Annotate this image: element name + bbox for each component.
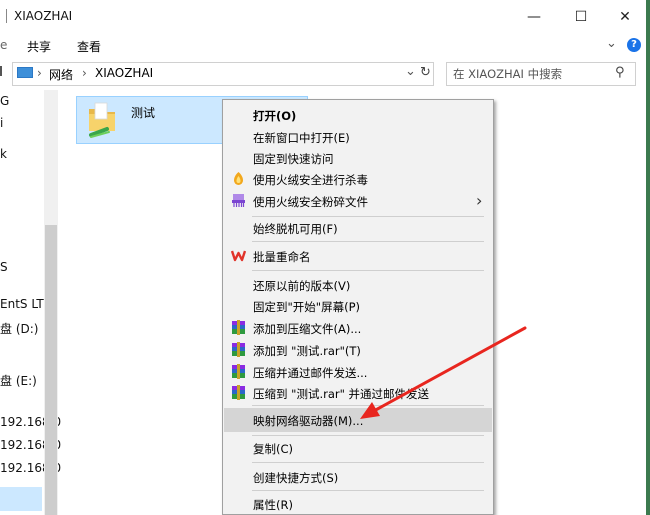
minimize-button[interactable]: —	[511, 0, 557, 34]
menu-item-open[interactable]: 打开(O)	[224, 104, 492, 126]
menu-item-label: 添加到压缩文件(A)...	[253, 322, 362, 336]
wps-icon	[231, 250, 246, 262]
nav-item[interactable]: G	[0, 94, 9, 108]
menu-item-map-network-drive[interactable]: 映射网络驱动器(M)...	[224, 408, 492, 432]
menu-item-open-new-window[interactable]: 在新窗口中打开(E)	[224, 126, 492, 148]
close-icon: ✕	[619, 9, 631, 25]
menu-item-compress-rar-email[interactable]: 压缩到 "测试.rar" 并通过邮件发送	[224, 382, 492, 404]
menu-separator	[252, 241, 484, 242]
refresh-icon[interactable]: ↻	[420, 65, 431, 80]
menu-item-label: 使用火绒安全进行杀毒	[253, 173, 368, 187]
ribbon-tab-edge: e	[0, 38, 8, 52]
menu-item-copy[interactable]: 复制(C)	[224, 437, 492, 459]
menu-item-label: 创建快捷方式(S)	[253, 471, 339, 485]
navigation-pane: G i k S EntS LT 盘 (D:) 盘 (E:) 192.168.0 …	[0, 90, 61, 515]
breadcrumb-separator-icon: ›	[82, 66, 87, 80]
menu-separator	[252, 462, 484, 463]
menu-item-label: 打开(O)	[253, 109, 297, 123]
ribbon: e 共享 查看 ⌄ ?	[0, 34, 646, 58]
menu-item-batch-rename[interactable]: 批量重命名	[224, 245, 492, 267]
menu-item-add-archive[interactable]: 添加到压缩文件(A)...	[224, 317, 492, 339]
context-menu: 打开(O) 在新窗口中打开(E) 固定到快速访问 使用火绒安全进行杀毒 使用火绒…	[222, 99, 494, 515]
help-icon[interactable]: ?	[627, 38, 641, 52]
menu-item-label: 还原以前的版本(V)	[253, 279, 351, 293]
window-title: XIAOZHAI	[14, 9, 73, 23]
winrar-icon	[232, 320, 245, 335]
huorong-antivirus-icon	[234, 172, 243, 185]
nav-item[interactable]: EntS LT	[0, 297, 44, 311]
huorong-shredder-icon	[232, 194, 245, 207]
search-placeholder: 在 XIAOZHAI 中搜索	[453, 67, 563, 81]
menu-item-label: 批量重命名	[253, 250, 311, 264]
winrar-icon	[232, 364, 245, 379]
ribbon-collapse-icon[interactable]: ⌄	[606, 36, 617, 51]
menu-item-label: 固定到快速访问	[253, 152, 334, 166]
maximize-icon: ☐	[574, 9, 588, 25]
breadcrumb-separator-icon: ›	[37, 66, 42, 80]
desktop-edge	[646, 0, 650, 515]
minimize-icon: —	[527, 9, 541, 25]
nav-item[interactable]: S	[0, 260, 8, 274]
breadcrumb-xiaozhai[interactable]: XIAOZHAI	[95, 66, 153, 80]
ribbon-tab-view[interactable]: 查看	[77, 38, 101, 55]
network-icon	[17, 67, 33, 78]
nav-item[interactable]: k	[0, 147, 7, 161]
menu-item-label: 使用火绒安全粉碎文件	[253, 195, 368, 209]
menu-item-label: 压缩并通过邮件发送...	[253, 366, 368, 380]
winrar-icon	[232, 342, 245, 357]
menu-item-label: 复制(C)	[253, 442, 294, 456]
search-input[interactable]: 在 XIAOZHAI 中搜索 ⚲	[446, 62, 636, 86]
menu-item-create-shortcut[interactable]: 创建快捷方式(S)	[224, 466, 492, 488]
menu-item-label: 始终脱机可用(F)	[253, 222, 338, 236]
menu-item-always-offline[interactable]: 始终脱机可用(F)	[224, 217, 492, 239]
menu-item-label: 压缩到 "测试.rar" 并通过邮件发送	[253, 387, 430, 401]
menu-item-label: 在新窗口中打开(E)	[253, 131, 350, 145]
menu-item-label: 固定到"开始"屏幕(P)	[253, 300, 360, 314]
maximize-button[interactable]: ☐	[558, 0, 604, 34]
winrar-icon	[232, 385, 245, 400]
folder-name: 测试	[131, 106, 156, 120]
nav-item[interactable]: i	[0, 116, 3, 130]
ribbon-tab-share[interactable]: 共享	[27, 38, 51, 55]
menu-item-pin-start[interactable]: 固定到"开始"屏幕(P)	[224, 295, 492, 317]
nav-scrollbar-thumb[interactable]	[45, 225, 57, 515]
menu-item-label: 添加到 "测试.rar"(T)	[253, 344, 361, 358]
search-icon: ⚲	[615, 65, 625, 80]
menu-item-label: 属性(R)	[253, 498, 293, 512]
nav-selected-item[interactable]	[0, 487, 42, 511]
nav-item-drive-d[interactable]: 盘 (D:)	[0, 320, 38, 337]
menu-item-pin-quick-access[interactable]: 固定到快速访问	[224, 147, 492, 169]
nav-up-icon[interactable]	[0, 66, 8, 76]
title-separator	[6, 9, 7, 23]
menu-separator	[252, 435, 484, 436]
nav-item-drive-e[interactable]: 盘 (E:)	[0, 372, 37, 389]
menu-item-add-rar[interactable]: 添加到 "测试.rar"(T)	[224, 339, 492, 361]
menu-item-properties[interactable]: 属性(R)	[224, 493, 492, 515]
menu-item-restore-previous[interactable]: 还原以前的版本(V)	[224, 274, 492, 296]
address-dropdown-icon[interactable]: ⌄	[405, 64, 416, 79]
close-button[interactable]: ✕	[602, 0, 648, 34]
menu-separator	[252, 405, 484, 406]
menu-separator	[252, 270, 484, 271]
menu-item-compress-email[interactable]: 压缩并通过邮件发送...	[224, 361, 492, 383]
shared-folder-icon	[89, 102, 115, 138]
title-bar: XIAOZHAI — ☐ ✕	[0, 0, 646, 34]
breadcrumb-network[interactable]: 网络	[49, 66, 73, 83]
menu-separator	[252, 490, 484, 491]
submenu-arrow-icon: ›	[476, 191, 483, 210]
menu-item-huorong-scan[interactable]: 使用火绒安全进行杀毒	[224, 168, 492, 190]
menu-item-huorong-shred[interactable]: 使用火绒安全粉碎文件 ›	[224, 190, 492, 212]
address-bar[interactable]: › 网络 › XIAOZHAI ⌄ ↻	[12, 62, 434, 86]
menu-item-label: 映射网络驱动器(M)...	[253, 414, 364, 428]
